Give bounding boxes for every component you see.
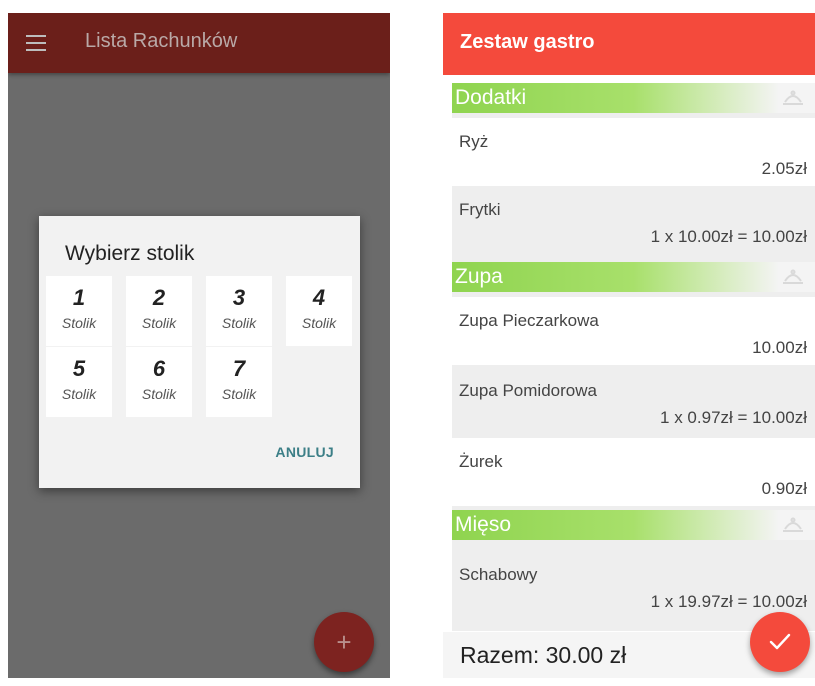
table-tile-7[interactable]: 7 Stolik — [206, 347, 272, 417]
category-name: Mięso — [455, 513, 512, 536]
dish-icon — [783, 517, 803, 532]
select-table-dialog: Wybierz stolik 1 Stolik 2 Stolik 3 Stoli… — [39, 216, 360, 488]
right-app-bar: Zestaw gastro — [443, 13, 815, 75]
confirm-button[interactable] — [750, 612, 810, 672]
hamburger-menu-icon[interactable] — [26, 35, 46, 51]
total-label: Razem: 30.00 zł — [460, 642, 627, 668]
list-item[interactable]: Żurek 0.90zł — [452, 438, 815, 506]
table-number: 7 — [232, 356, 246, 381]
check-icon — [769, 633, 791, 650]
item-name: Schabowy — [459, 565, 538, 584]
category-name: Dodatki — [455, 86, 527, 109]
table-number: 3 — [232, 285, 246, 310]
table-label: Stolik — [61, 315, 97, 331]
item-price: 10.00zł — [752, 338, 807, 357]
list-item[interactable]: Schabowy 1 x 19.97zł = 10.00zł — [452, 551, 815, 619]
table-number: 5 — [72, 356, 86, 381]
item-price: 2.05zł — [761, 159, 807, 178]
category-header-zupa[interactable]: Zupa — [452, 262, 815, 292]
cancel-button[interactable]: ANULUJ — [275, 444, 334, 460]
left-app-bar: Lista Rachunków — [8, 13, 390, 73]
item-price: 1 x 19.97zł = 10.00zł — [650, 592, 807, 611]
right-screen: Zestaw gastro Dodatki Ryż 2.05zł Frytki … — [443, 13, 815, 678]
list-item[interactable]: Ryż 2.05zł — [452, 118, 815, 186]
left-app-title: Lista Rachunków — [85, 30, 238, 52]
list-item[interactable]: Frytki 1 x 10.00zł = 10.00zł — [452, 186, 815, 254]
table-label: Stolik — [301, 315, 337, 331]
table-label: Stolik — [61, 386, 97, 402]
right-app-title: Zestaw gastro — [460, 31, 595, 53]
add-icon: + — [336, 627, 352, 657]
item-price: 1 x 10.00zł = 10.00zł — [650, 227, 807, 246]
table-number: 4 — [312, 285, 326, 310]
table-number: 6 — [152, 356, 166, 381]
item-price: 1 x 0.97zł = 10.00zł — [660, 408, 807, 427]
menu-list[interactable]: Dodatki Ryż 2.05zł Frytki 1 x 10.00zł = … — [452, 83, 815, 631]
left-screen: Lista Rachunków Wybierz stolik 1 Stolik … — [8, 13, 390, 678]
dish-icon — [783, 90, 803, 105]
table-number: 2 — [152, 285, 166, 310]
list-item[interactable]: Zupa Pomidorowa 1 x 0.97zł = 10.00zł — [452, 367, 815, 435]
table-tile-4[interactable]: 4 Stolik — [286, 276, 352, 346]
table-tile-5[interactable]: 5 Stolik — [46, 347, 112, 417]
table-tile-2[interactable]: 2 Stolik — [126, 276, 192, 346]
item-name: Żurek — [459, 452, 503, 471]
table-tile-6[interactable]: 6 Stolik — [126, 347, 192, 417]
item-name: Zupa Pomidorowa — [459, 381, 597, 400]
table-tile-1[interactable]: 1 Stolik — [46, 276, 112, 346]
table-label: Stolik — [141, 315, 177, 331]
table-number: 1 — [72, 285, 86, 310]
item-name: Ryż — [459, 132, 489, 151]
dialog-title: Wybierz stolik — [65, 242, 195, 265]
item-price: 0.90zł — [761, 479, 807, 498]
list-item[interactable]: Zupa Pieczarkowa 10.00zł — [452, 297, 815, 365]
table-label: Stolik — [221, 386, 257, 402]
category-header-dodatki[interactable]: Dodatki — [452, 83, 815, 113]
item-name: Frytki — [459, 200, 501, 219]
item-name: Zupa Pieczarkowa — [459, 311, 599, 330]
table-tile-3[interactable]: 3 Stolik — [206, 276, 272, 346]
category-header-mieso[interactable]: Mięso — [452, 510, 815, 540]
table-label: Stolik — [221, 315, 257, 331]
add-bill-button[interactable]: + — [314, 612, 374, 672]
category-name: Zupa — [455, 265, 503, 288]
table-label: Stolik — [141, 386, 177, 402]
dish-icon — [783, 269, 803, 284]
